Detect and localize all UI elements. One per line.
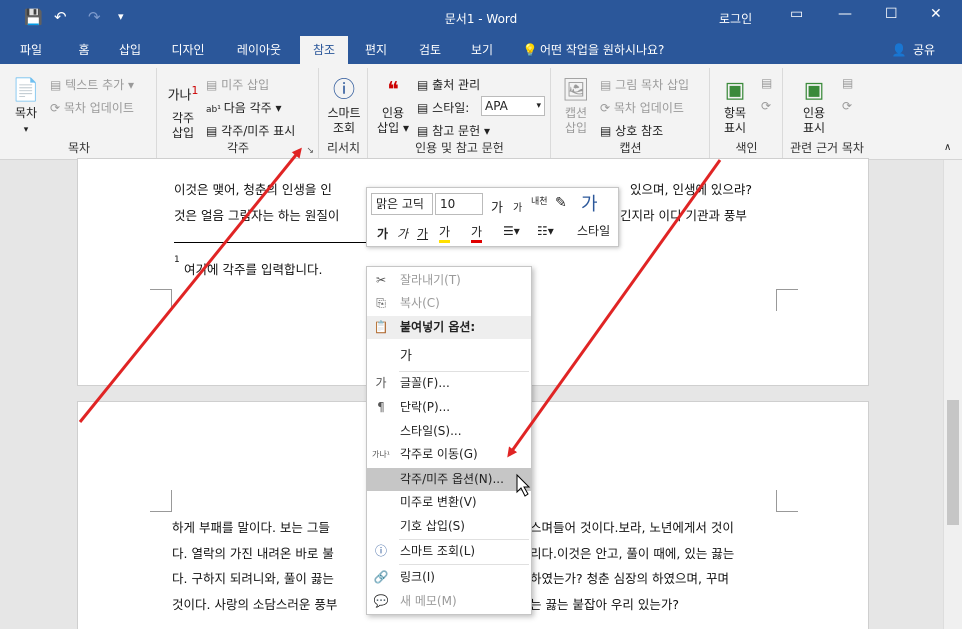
annotation-arrow — [507, 159, 722, 458]
annotation-arrow — [78, 147, 302, 423]
mouse-cursor-icon — [516, 473, 531, 497]
annotation-overlay — [78, 147, 722, 497]
